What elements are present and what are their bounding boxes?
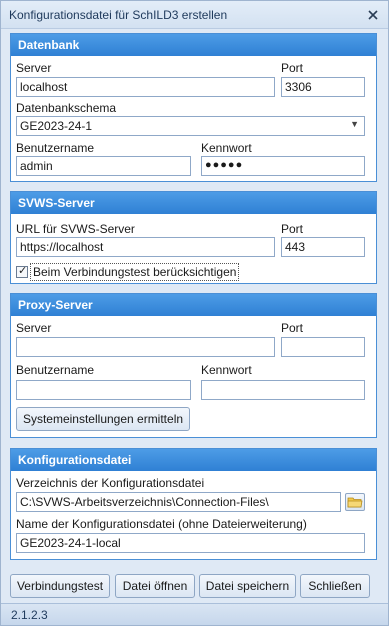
folder-browse-button[interactable] (345, 493, 365, 511)
db-schema-select[interactable]: GE2023-24-1 ▼ (16, 116, 365, 136)
proxy-port-label: Port (281, 321, 304, 335)
proxy-password-label: Kennwort (201, 363, 252, 377)
group-datenbank: Datenbank Server Port localhost 3306 Dat… (10, 33, 377, 182)
window-title: Konfigurationsdatei für SchILD3 erstelle… (9, 8, 228, 22)
db-port-label: Port (281, 61, 304, 75)
group-datenbank-header: Datenbank (11, 34, 376, 56)
config-dir-input[interactable]: C:\SVWS-Arbeitsverzeichnis\Connection-Fi… (16, 492, 341, 512)
check-icon: ✓ (18, 265, 28, 277)
config-name-input[interactable]: GE2023-24-1-local (16, 533, 365, 553)
svws-port-label: Port (281, 222, 304, 236)
group-config: Konfigurationsdatei Verzeichnis der Konf… (10, 448, 377, 560)
test-connection-button[interactable]: Verbindungstest (10, 574, 110, 598)
db-server-input[interactable]: localhost (16, 77, 275, 97)
close-button[interactable]: Schließen (300, 574, 370, 598)
open-file-button[interactable]: Datei öffnen (115, 574, 195, 598)
db-port-input[interactable]: 3306 (281, 77, 365, 97)
close-icon[interactable] (365, 7, 381, 23)
version-label: 2.1.2.3 (11, 608, 48, 622)
proxy-user-input[interactable] (16, 380, 191, 400)
group-svws-header: SVWS-Server (11, 192, 376, 214)
config-dir-label: Verzeichnis der Konfigurationsdatei (16, 476, 205, 490)
folder-icon (347, 497, 363, 508)
status-bar: 2.1.2.3 (1, 603, 388, 625)
svws-url-input[interactable]: https://localhost (16, 237, 275, 257)
config-name-label: Name der Konfigurationsdatei (ohne Datei… (16, 517, 307, 531)
db-schema-value: GE2023-24-1 (20, 119, 93, 133)
proxy-user-label: Benutzername (16, 363, 95, 377)
db-user-label: Benutzername (16, 141, 95, 155)
svws-url-label: URL für SVWS-Server (16, 222, 135, 236)
db-server-label: Server (16, 61, 52, 75)
proxy-port-input[interactable] (281, 337, 365, 357)
db-schema-label: Datenbankschema (16, 101, 117, 115)
db-user-input[interactable]: admin (16, 156, 191, 176)
db-password-label: Kennwort (201, 141, 252, 155)
proxy-server-label: Server (16, 321, 52, 335)
group-proxy-header: Proxy-Server (11, 294, 376, 316)
title-bar: Konfigurationsdatei für SchILD3 erstelle… (1, 1, 388, 29)
svws-test-checkbox[interactable]: ✓ (16, 265, 28, 278)
svws-port-input[interactable]: 443 (281, 237, 365, 257)
save-file-button[interactable]: Datei speichern (199, 574, 296, 598)
dialog-window: Konfigurationsdatei für SchILD3 erstelle… (0, 0, 389, 626)
group-config-header: Konfigurationsdatei (11, 449, 376, 471)
chevron-down-icon[interactable]: ▼ (350, 119, 359, 129)
db-password-input[interactable]: ●●●●● (201, 156, 365, 176)
group-svws: SVWS-Server URL für SVWS-Server Port htt… (10, 191, 377, 284)
proxy-password-input[interactable] (201, 380, 365, 400)
group-proxy: Proxy-Server Server Port Benutzername Ke… (10, 293, 377, 438)
svws-test-checkbox-label[interactable]: Beim Verbindungstest berücksichtigen (30, 263, 240, 281)
system-settings-button[interactable]: Systemeinstellungen ermitteln (16, 407, 190, 431)
proxy-server-input[interactable] (16, 337, 275, 357)
